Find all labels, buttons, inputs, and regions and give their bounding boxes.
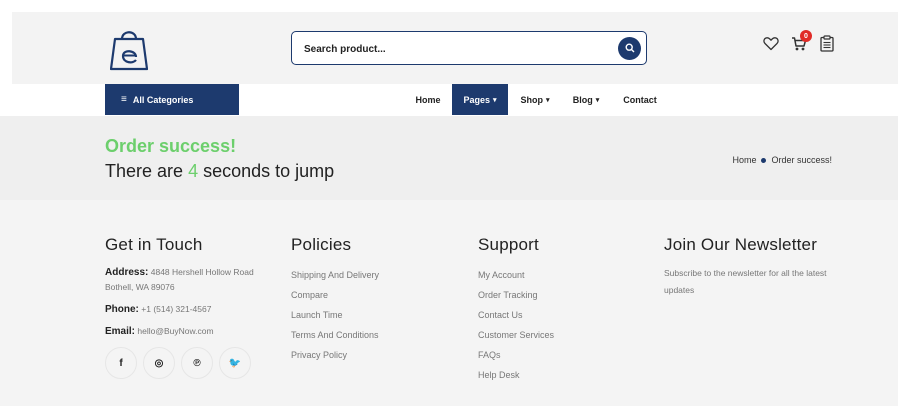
nav-item-label: Home — [415, 94, 441, 105]
countdown-suffix: seconds to jump — [203, 161, 335, 181]
email-label: Email: — [105, 326, 136, 337]
phone-label: Phone: — [105, 304, 139, 315]
footer-link[interactable]: Launch Time — [291, 305, 441, 325]
nav-item-label: Shop — [520, 94, 543, 105]
chevron-down-icon: ▾ — [493, 96, 497, 104]
page-banner: Order success! There are 4 seconds to ju… — [0, 116, 898, 200]
nav-item-contact[interactable]: Contact — [616, 84, 664, 115]
instagram-icon[interactable]: ◎ — [143, 347, 175, 379]
search-icon — [624, 40, 635, 58]
footer-heading: Get in Touch — [105, 235, 203, 254]
heart-icon — [763, 36, 779, 56]
search-input[interactable] — [304, 40, 604, 58]
contact-address: Address: 4848 Hershell Hollow Road Bothe… — [105, 265, 275, 295]
twitter-icon[interactable]: 🐦 — [219, 347, 251, 379]
wishlist-button[interactable] — [761, 36, 781, 56]
footer-contact: Get in Touch Address: 4848 Hershell Holl… — [105, 235, 275, 379]
footer-link[interactable]: Terms And Conditions — [291, 325, 441, 345]
footer-support: Support My Account Order Tracking Contac… — [478, 235, 628, 385]
countdown-prefix: There are — [105, 161, 184, 181]
newsletter-description: Subscribe to the newsletter for all the … — [664, 268, 827, 295]
footer-policies: Policies Shipping And Delivery Compare L… — [291, 235, 441, 365]
nav-item-shop[interactable]: Shop ▾ — [512, 84, 558, 115]
facebook-icon[interactable]: f — [105, 347, 137, 379]
footer-link[interactable]: FAQs — [478, 345, 628, 365]
cart-button[interactable]: 0 — [789, 30, 812, 56]
page-title: Order success! — [105, 136, 237, 156]
nav-item-pages[interactable]: Pages ▾ — [452, 84, 508, 115]
search-button[interactable] — [618, 37, 641, 60]
site-header: 0 — [12, 12, 898, 84]
breadcrumb-home[interactable]: Home — [732, 155, 756, 165]
footer-link[interactable]: My Account — [478, 265, 628, 285]
footer-link[interactable]: Contact Us — [478, 305, 628, 325]
logo-icon[interactable] — [109, 25, 149, 71]
header-actions: 0 — [761, 30, 841, 60]
breadcrumb-current: Order success! — [771, 155, 832, 165]
footer-link[interactable]: Help Desk — [478, 365, 628, 385]
breadcrumb: Home Order success! — [732, 155, 832, 165]
cart-count-badge: 0 — [800, 30, 812, 42]
social-links: f ◎ ℗ 🐦 — [105, 347, 275, 379]
footer-link[interactable]: Order Tracking — [478, 285, 628, 305]
countdown-seconds: 4 — [188, 161, 199, 181]
nav-item-label: Blog — [572, 94, 593, 105]
all-categories-button[interactable]: ≡ All Categories — [105, 84, 239, 115]
footer-heading: Policies — [291, 235, 352, 254]
main-nav: ≡ All Categories Home Pages ▾ Shop ▾ Blo… — [0, 84, 898, 116]
bullet-icon — [761, 157, 767, 163]
nav-item-label: Contact — [623, 94, 657, 105]
orders-button[interactable] — [817, 35, 837, 57]
footer-link[interactable]: Compare — [291, 285, 441, 305]
contact-email: Email: hello@BuyNow.com — [105, 324, 275, 339]
nav-item-label: Pages — [463, 94, 490, 105]
redirect-countdown: There are 4 seconds to jump — [105, 161, 334, 182]
search-bar — [291, 31, 647, 65]
footer-heading: Support — [478, 235, 539, 254]
email-value[interactable]: hello@BuyNow.com — [137, 326, 213, 336]
menu-icon: ≡ — [121, 94, 127, 105]
footer-link[interactable]: Shipping And Delivery — [291, 265, 441, 285]
contact-phone: Phone: +1 (514) 321-4567 — [105, 302, 275, 317]
chevron-down-icon: ▾ — [545, 96, 550, 104]
all-categories-label: All Categories — [132, 94, 194, 105]
site-footer: Get in Touch Address: 4848 Hershell Holl… — [0, 200, 898, 406]
footer-link[interactable]: Privacy Policy — [291, 345, 441, 365]
clipboard-icon — [820, 35, 834, 57]
footer-newsletter: Join Our Newsletter Subscribe to the new… — [664, 235, 844, 299]
nav-item-home[interactable]: Home — [408, 84, 448, 115]
address-label: Address: — [105, 267, 149, 278]
footer-link[interactable]: Customer Services — [478, 325, 628, 345]
nav-item-blog[interactable]: Blog ▾ — [564, 84, 608, 115]
pinterest-icon[interactable]: ℗ — [181, 347, 213, 379]
phone-value[interactable]: +1 (514) 321-4567 — [141, 304, 211, 314]
chevron-down-icon: ▾ — [595, 96, 600, 104]
footer-heading: Join Our Newsletter — [664, 235, 818, 254]
